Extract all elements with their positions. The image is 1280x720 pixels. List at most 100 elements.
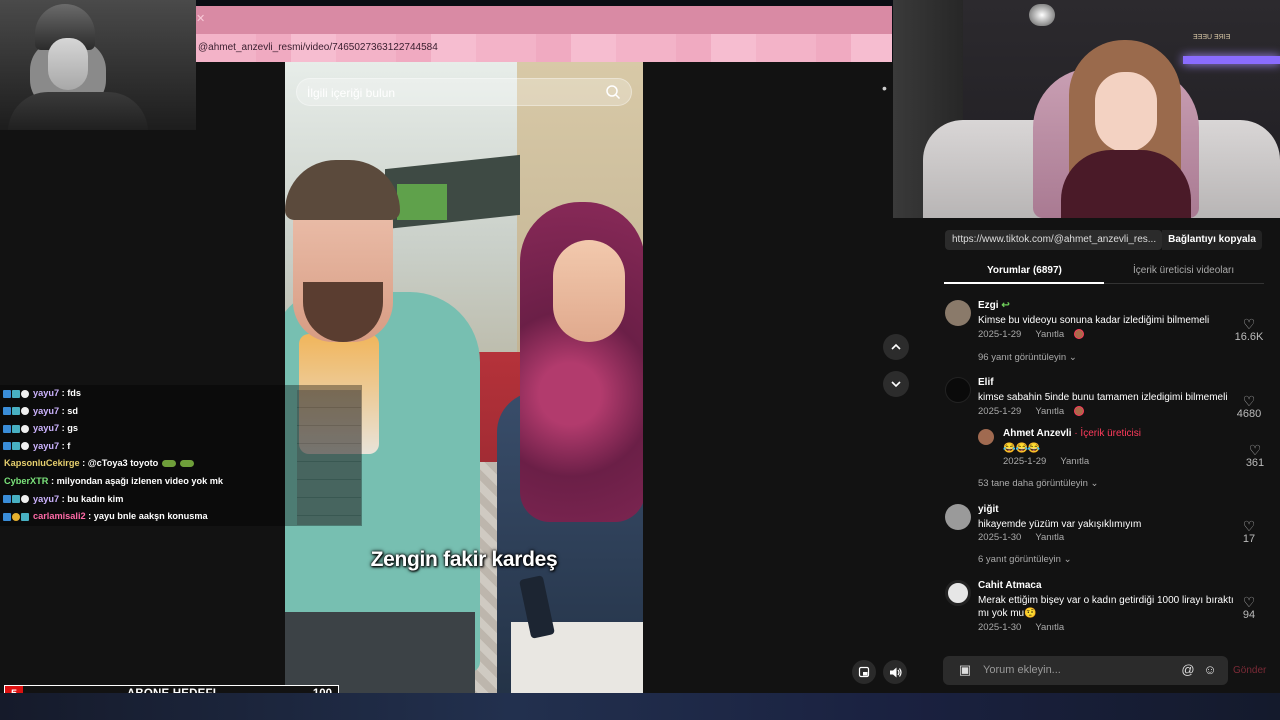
like-button[interactable]: ♡ 17 [1229,519,1269,545]
webcam-led-strip [1183,56,1280,64]
chat-badges [3,403,33,421]
comment-date: 2025-1-30 [978,622,1022,633]
emoji-icon: ↩ [1001,300,1010,311]
comment-item: Cahit Atmaca Merak ettiğim bişey var o k… [945,580,1275,640]
next-video-button[interactable] [883,371,909,397]
url-text: @ahmet_anzevli_resmi/video/7465027363122… [198,42,438,53]
comment-meta: 2025-1-29 Yanıtla [978,406,1085,417]
comment-meta: 2025-1-29 Yanıtla [978,329,1085,340]
comment-date: 2025-1-30 [978,532,1022,543]
tab-creator-videos[interactable]: İçerik üreticisi videoları [1133,265,1234,276]
man-hair [285,160,400,220]
like-button[interactable]: ♡ 94 [1229,595,1269,621]
heart-icon: ♡ [1242,594,1256,610]
search-icon[interactable] [605,84,621,100]
chat-username[interactable]: yayu7 [33,441,59,451]
chevron-down-icon: ⌄ [1063,554,1072,565]
tab-comments[interactable]: Yorumlar (6897) [987,265,1062,276]
gift-badge-icon [12,389,20,398]
speaker-icon [889,667,902,677]
avatar-face [48,38,88,90]
video-search-input[interactable]: İlgili içeriği bulun [296,78,632,106]
stream-layout: ✕ @ahmet_anzevli_resmi/video/74650273631… [0,0,1280,720]
like-button[interactable]: ♡ 4680 [1229,394,1269,420]
comment-text: Merak ettiğim bişey var o kadın getirdiğ… [978,595,1234,619]
reply-button[interactable]: Yanıtla [1060,456,1089,467]
volume-button[interactable] [883,660,907,684]
gift-badge-icon [12,424,20,433]
creator-reply-item: Ahmet Anzevli · İçerik üreticisi 😂😂😂 202… [978,428,1275,493]
mention-icon[interactable]: @ [1180,662,1196,678]
like-button[interactable]: ♡ 361 [1235,443,1275,469]
view-replies-button[interactable]: 96 yanıt görüntüleyin ⌄ [978,352,1077,363]
view-replies-label: 96 yanıt görüntüleyin [978,352,1067,363]
comment-item: Elif kimse sabahin 5inde bunu tamamen iz… [945,377,1275,420]
like-button[interactable]: ♡ 16.6K [1229,317,1269,343]
comment-input[interactable]: ▣ Yorum ekleyin... @ ☺ [943,656,1228,685]
avatar[interactable] [978,429,994,445]
comment-author[interactable]: Elif [978,377,994,388]
comment-date: 2025-1-29 [1003,456,1047,467]
avatar[interactable] [945,300,971,326]
gift-badge-icon [12,442,20,451]
chat-username[interactable]: yayu7 [33,494,59,504]
like-count: 361 [1245,457,1265,469]
chat-message: yayu7 : bu kadın kim [0,490,362,509]
comment-author[interactable]: yiğit [978,504,999,515]
like-count: 17 [1242,533,1256,545]
reply-button[interactable]: Yanıtla [1035,532,1064,543]
previous-video-button[interactable] [883,334,909,360]
photo-icon[interactable]: ▣ [957,662,973,678]
creator-tag: · İçerik üreticisi [1074,428,1141,439]
reply-button[interactable]: Yanıtla [1035,329,1064,340]
chat-message: KapsonluCekirge : @cToya3 toyoto [0,455,362,473]
heart-icon: ♡ [1248,442,1262,458]
avatar[interactable] [945,580,971,606]
send-button[interactable]: Gönder [1233,665,1266,676]
chat-text: : sd [59,405,78,416]
comment-author[interactable]: Cahit Atmaca [978,580,1042,591]
chat-badges [3,508,33,526]
man-pants [285,612,475,693]
comment-date: 2025-1-29 [978,329,1022,340]
reply-button[interactable]: Yanıtla [1035,622,1064,633]
streamer-webcam: ƎƎƎU ƎЯIƎ [893,0,1280,218]
share-link-field[interactable]: https://www.tiktok.com/@ahmet_anzevli_re… [945,230,1162,250]
floating-player-button[interactable] [852,660,876,684]
chat-username[interactable]: yayu7 [33,423,59,433]
chat-message: CyberXTR : milyondan aşağı izlenen video… [0,472,362,491]
video-side-area [643,62,923,693]
chat-username[interactable]: KapsonluCekirge [4,458,80,468]
heart-icon: ♡ [1242,316,1256,332]
close-tab-icon[interactable]: ✕ [196,12,210,28]
sub-badge-icon [3,389,11,398]
chat-text: : yayu bnle aakşn konusma [85,511,208,522]
avatar[interactable] [945,377,971,403]
view-more-replies-button[interactable]: 53 tane daha görüntüleyin ⌄ [978,478,1098,489]
heart-icon: ♡ [1242,518,1256,534]
chat-username[interactable]: yayu7 [33,406,59,416]
tiktok-video[interactable] [285,62,643,693]
comment-author[interactable]: Ahmet Anzevli · İçerik üreticisi [1003,428,1141,439]
chat-badges [3,438,33,456]
video-caption: Zengin fakir kardeş [370,548,558,571]
chevron-down-icon: ⌄ [1090,478,1099,489]
view-replies-label: 6 yanıt görüntüleyin [978,554,1061,565]
comment-author[interactable]: Ezgi ↩ [978,300,1010,311]
chevron-up-icon [891,343,901,350]
streamer-avatar-image [0,0,196,130]
chat-username[interactable]: carlamisali2 [33,511,86,521]
chat-username[interactable]: CyberXTR [4,476,48,486]
view-replies-button[interactable]: 6 yanıt görüntüleyin ⌄ [978,554,1072,565]
gift-badge-icon [21,512,29,521]
copy-link-button[interactable]: Bağlantıyı kopyala [1162,230,1262,250]
avatar[interactable] [945,504,971,530]
address-bar[interactable]: @ahmet_anzevli_resmi/video/7465027363122… [196,34,892,62]
creator-liked-icon [1074,406,1085,417]
heart-icon: ♡ [1242,393,1256,409]
comment-text: Kimse bu videoyu sonuna kadar izlediğimi… [978,315,1210,326]
reply-button[interactable]: Yanıtla [1035,406,1064,417]
emoji-icon[interactable]: ☺ [1202,662,1218,678]
creator-liked-icon [1074,329,1085,340]
chat-username[interactable]: yayu7 [33,388,59,398]
